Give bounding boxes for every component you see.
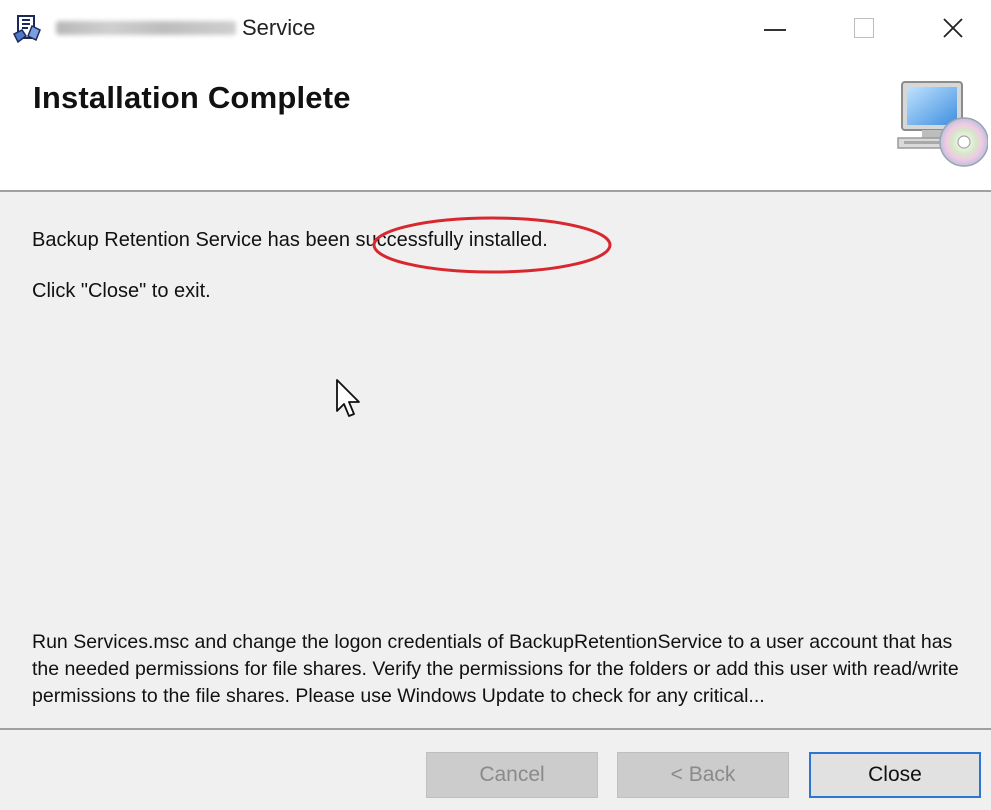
- exit-instruction: Click "Close" to exit.: [32, 280, 211, 302]
- back-button: < Back: [617, 752, 789, 798]
- close-window-button[interactable]: [915, 0, 991, 56]
- minimize-button[interactable]: [735, 0, 815, 56]
- button-bar: Cancel < Back Close: [0, 730, 991, 810]
- success-message: Backup Retention Service has been succes…: [32, 229, 548, 252]
- post-install-note: Run Services.msc and change the logon cr…: [32, 631, 959, 707]
- close-button[interactable]: Close: [809, 752, 981, 798]
- content-area: Backup Retention Service has been succes…: [0, 192, 991, 730]
- page-title: Installation Complete: [33, 80, 351, 115]
- window-title-suffix: Service: [242, 15, 316, 40]
- computer-cd-icon: [897, 81, 988, 167]
- title-bar: Service: [0, 0, 991, 56]
- close-icon: [943, 18, 963, 38]
- mouse-cursor-icon: [336, 379, 360, 417]
- redacted-title-text: [56, 21, 236, 35]
- minimize-icon: [764, 29, 786, 31]
- success-message-prefix: Backup Retention Service has been: [32, 229, 356, 251]
- maximize-icon: [854, 18, 874, 38]
- success-message-highlight: successfully installed.: [355, 229, 548, 251]
- window-title: Service: [56, 14, 315, 42]
- header-banner: Installation Complete: [0, 56, 991, 192]
- maximize-button: [824, 0, 904, 56]
- cancel-button: Cancel: [426, 752, 598, 798]
- installer-app-icon: [12, 15, 41, 44]
